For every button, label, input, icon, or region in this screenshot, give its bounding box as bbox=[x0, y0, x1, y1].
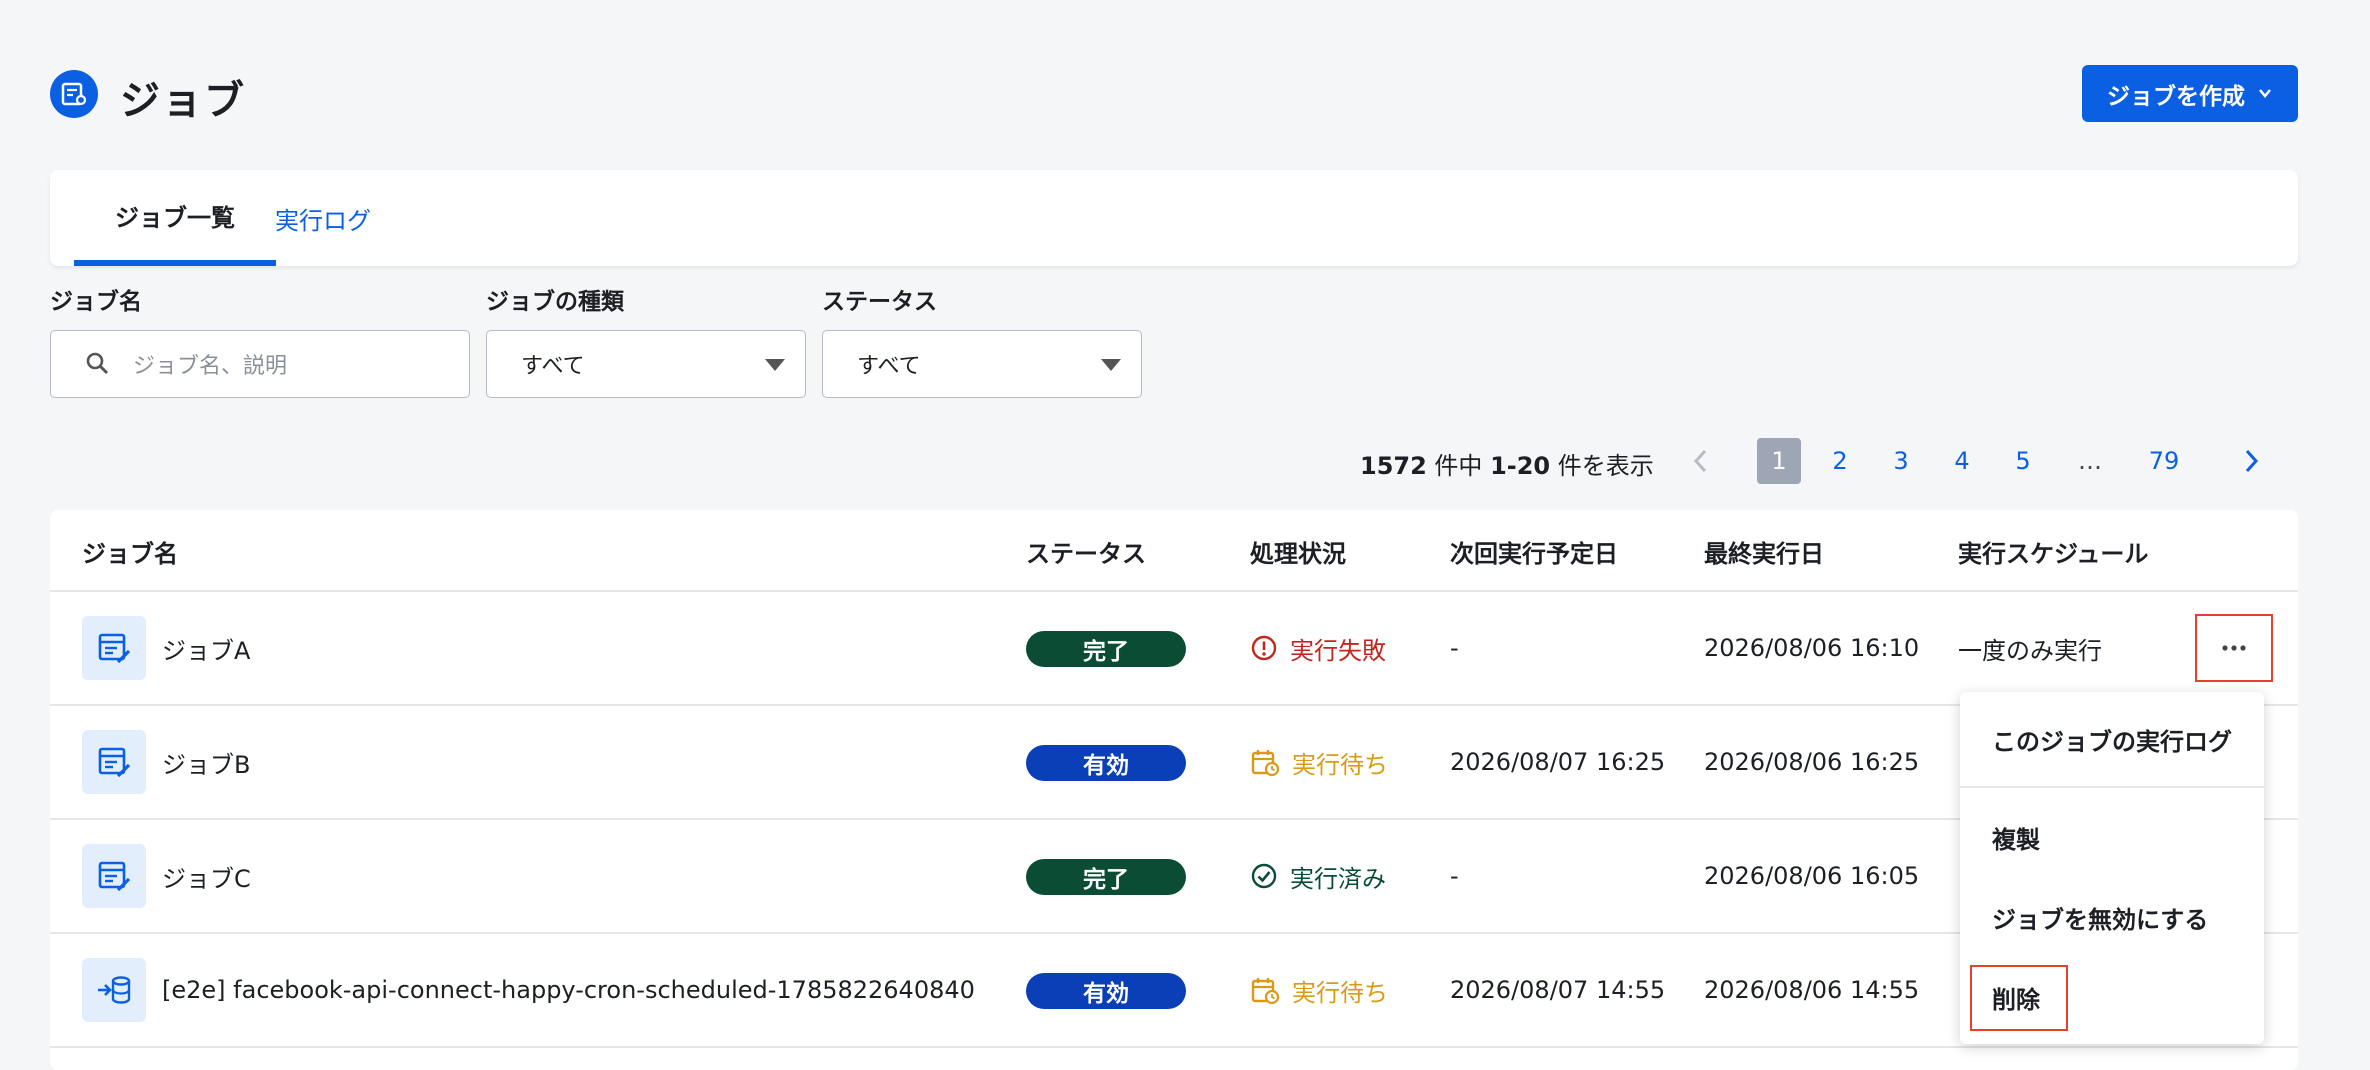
caret-down-icon bbox=[1101, 359, 1121, 371]
row-actions-button[interactable] bbox=[2195, 614, 2273, 682]
create-job-button[interactable]: ジョブを作成 bbox=[2082, 65, 2298, 122]
chevron-down-icon bbox=[2257, 81, 2273, 107]
jobs-icon bbox=[50, 70, 98, 118]
create-job-label: ジョブを作成 bbox=[2107, 83, 2245, 110]
menu-divider bbox=[1960, 786, 2264, 788]
page-button-current[interactable]: 1 bbox=[1757, 438, 1801, 484]
page-button[interactable]: 4 bbox=[1942, 438, 1982, 484]
result-total: 1572 bbox=[1360, 452, 1427, 480]
error-circle-icon bbox=[1250, 634, 1278, 662]
next-run-date: - bbox=[1450, 862, 1459, 890]
prev-page-button[interactable] bbox=[1686, 438, 1716, 484]
import-database-icon bbox=[82, 958, 146, 1022]
table-row[interactable]: ジョブA 完了 実行失敗 - 2026/08/06 16:10 一度のみ実行 bbox=[50, 591, 2298, 705]
page-ellipsis: … bbox=[2078, 447, 2102, 475]
check-circle-icon bbox=[1250, 862, 1278, 890]
process-status-label: 実行済み bbox=[1290, 864, 1386, 893]
process-status: 実行失敗 bbox=[1250, 591, 1386, 705]
job-type-select[interactable]: すべて bbox=[486, 330, 806, 398]
menu-item-disable[interactable]: ジョブを無効にする bbox=[1992, 900, 2208, 935]
calendar-clock-icon bbox=[1250, 747, 1280, 777]
status-filter-label: ステータス bbox=[822, 289, 937, 315]
result-summary: 1572 件中 1-20 件を表示 bbox=[1360, 446, 1654, 481]
process-status: 実行済み bbox=[1250, 819, 1386, 933]
job-name[interactable]: ジョブC bbox=[162, 819, 251, 933]
table-edit-icon bbox=[82, 730, 146, 794]
column-header-last-run: 最終実行日 bbox=[1704, 540, 1824, 568]
last-run-date: 2026/08/06 16:10 bbox=[1704, 634, 1920, 662]
next-run-date: - bbox=[1450, 634, 1459, 662]
menu-item-duplicate[interactable]: 複製 bbox=[1992, 820, 2040, 855]
status-badge: 完了 bbox=[1026, 631, 1186, 667]
page-button[interactable]: 5 bbox=[2003, 438, 2043, 484]
next-run-date: 2026/08/07 16:25 bbox=[1450, 748, 1666, 776]
schedule: 一度のみ実行 bbox=[1958, 636, 2102, 665]
column-header-job-name: ジョブ名 bbox=[82, 540, 178, 568]
process-status: 実行待ち bbox=[1250, 933, 1388, 1047]
status-badge: 有効 bbox=[1026, 745, 1186, 781]
tab-job-list[interactable]: ジョブ一覧 bbox=[74, 170, 276, 266]
job-name-search-input[interactable]: ジョブ名、説明 bbox=[50, 330, 470, 398]
status-select[interactable]: すべて bbox=[822, 330, 1142, 398]
job-name-filter-label: ジョブ名 bbox=[50, 289, 142, 315]
search-icon bbox=[85, 351, 111, 377]
job-name-placeholder: ジョブ名、説明 bbox=[133, 354, 288, 379]
calendar-clock-icon bbox=[1250, 975, 1280, 1005]
process-status-label: 実行失敗 bbox=[1290, 636, 1386, 665]
job-name[interactable]: ジョブB bbox=[162, 705, 250, 819]
tabs-bar: ジョブ一覧 実行ログ bbox=[50, 170, 2298, 266]
result-range: 1-20 bbox=[1490, 452, 1551, 480]
caret-down-icon bbox=[765, 359, 785, 371]
column-header-next-run: 次回実行予定日 bbox=[1450, 540, 1618, 568]
job-type-filter-label: ジョブの種類 bbox=[486, 289, 624, 315]
status-value: すべて bbox=[857, 354, 921, 379]
delete-highlight bbox=[1970, 965, 2068, 1031]
result-total-unit: 件中 bbox=[1426, 452, 1491, 480]
more-horizontal-icon bbox=[2220, 644, 2248, 652]
job-name[interactable]: [e2e] facebook-api-connect-happy-cron-sc… bbox=[162, 933, 975, 1047]
page-title: ジョブ bbox=[120, 78, 246, 124]
table-edit-icon bbox=[82, 844, 146, 908]
column-header-status: ステータス bbox=[1026, 540, 1146, 568]
job-name[interactable]: ジョブA bbox=[162, 591, 250, 705]
table-edit-icon bbox=[82, 616, 146, 680]
result-range-unit: 件を表示 bbox=[1550, 452, 1654, 480]
next-page-button[interactable] bbox=[2236, 438, 2266, 484]
next-run-date: 2026/08/07 14:55 bbox=[1450, 976, 1666, 1004]
process-status-label: 実行待ち bbox=[1292, 750, 1388, 779]
status-badge: 有効 bbox=[1026, 973, 1186, 1009]
process-status: 実行待ち bbox=[1250, 705, 1388, 819]
page-button[interactable]: 3 bbox=[1881, 438, 1921, 484]
job-type-value: すべて bbox=[521, 354, 585, 379]
page-button[interactable]: 2 bbox=[1820, 438, 1860, 484]
last-run-date: 2026/08/06 16:05 bbox=[1704, 862, 1920, 890]
menu-item-view-log[interactable]: このジョブの実行ログ bbox=[1992, 722, 2232, 757]
column-header-process: 処理状況 bbox=[1250, 540, 1346, 568]
page-button-last[interactable]: 79 bbox=[2142, 438, 2186, 484]
last-run-date: 2026/08/06 16:25 bbox=[1704, 748, 1920, 776]
status-badge: 完了 bbox=[1026, 859, 1186, 895]
process-status-label: 実行待ち bbox=[1292, 978, 1388, 1007]
column-header-schedule: 実行スケジュール bbox=[1958, 540, 2149, 568]
tab-execution-log[interactable]: 実行ログ bbox=[258, 170, 388, 266]
last-run-date: 2026/08/06 14:55 bbox=[1704, 976, 1920, 1004]
